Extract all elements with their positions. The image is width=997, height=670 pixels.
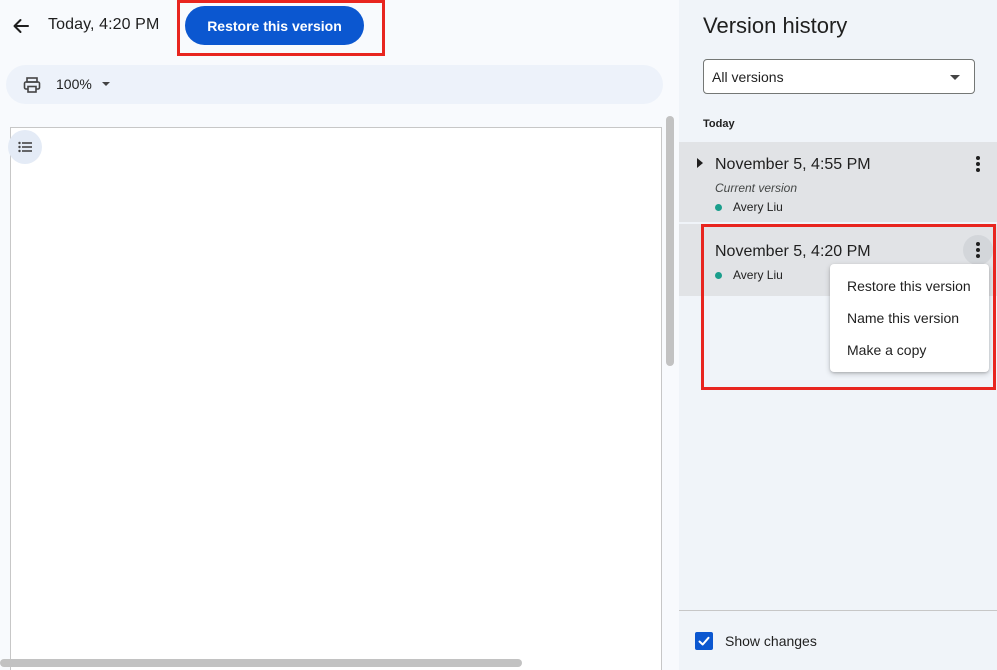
check-icon — [698, 636, 710, 646]
restore-version-button[interactable]: Restore this version — [185, 6, 364, 45]
panel-title: Version history — [703, 13, 848, 38]
show-changes-checkbox[interactable] — [695, 632, 713, 650]
show-changes-label: Show changes — [725, 633, 817, 649]
menu-item-make-copy[interactable]: Make a copy — [830, 334, 989, 366]
version-item-current[interactable]: November 5, 4:55 PM Current version Aver… — [679, 142, 997, 222]
list-outline-icon — [18, 141, 32, 153]
arrow-back-icon — [13, 19, 29, 33]
version-author: Avery Liu — [715, 268, 783, 282]
document-page — [10, 127, 662, 670]
vertical-scrollbar[interactable] — [666, 116, 674, 366]
menu-item-name-version[interactable]: Name this version — [830, 302, 989, 334]
version-filter-value: All versions — [712, 68, 784, 85]
zoom-value: 100% — [56, 76, 92, 92]
version-title: Today, 4:20 PM — [48, 16, 160, 33]
triangle-right-icon[interactable] — [697, 158, 703, 168]
author-name: Avery Liu — [733, 268, 783, 282]
more-vert-icon[interactable] — [963, 235, 993, 265]
version-time: November 5, 4:55 PM — [715, 156, 871, 173]
version-filter-select[interactable]: All versions — [703, 59, 975, 94]
menu-item-restore-version[interactable]: Restore this version — [830, 270, 989, 302]
chevron-down-icon — [101, 82, 110, 86]
version-subtitle: Current version — [715, 181, 798, 195]
horizontal-scrollbar[interactable] — [0, 659, 522, 667]
author-color-dot — [715, 271, 722, 279]
version-author: Avery Liu — [715, 200, 783, 214]
outline-button[interactable] — [8, 130, 42, 164]
author-name: Avery Liu — [733, 200, 783, 214]
author-color-dot — [715, 203, 722, 211]
chevron-down-icon — [950, 75, 960, 80]
version-time: November 5, 4:20 PM — [715, 243, 871, 260]
back-button[interactable] — [8, 13, 34, 39]
version-context-menu: Restore this version Name this version M… — [830, 264, 989, 372]
zoom-select[interactable]: 100% — [56, 76, 110, 92]
document-toolbar: 100% — [6, 65, 663, 104]
printer-icon[interactable] — [22, 75, 42, 95]
panel-footer: Show changes — [679, 610, 997, 670]
document-pane: Today, 4:20 PM Restore this version 100% — [0, 0, 679, 670]
section-label-today: Today — [703, 118, 735, 130]
more-vert-icon[interactable] — [967, 151, 989, 177]
